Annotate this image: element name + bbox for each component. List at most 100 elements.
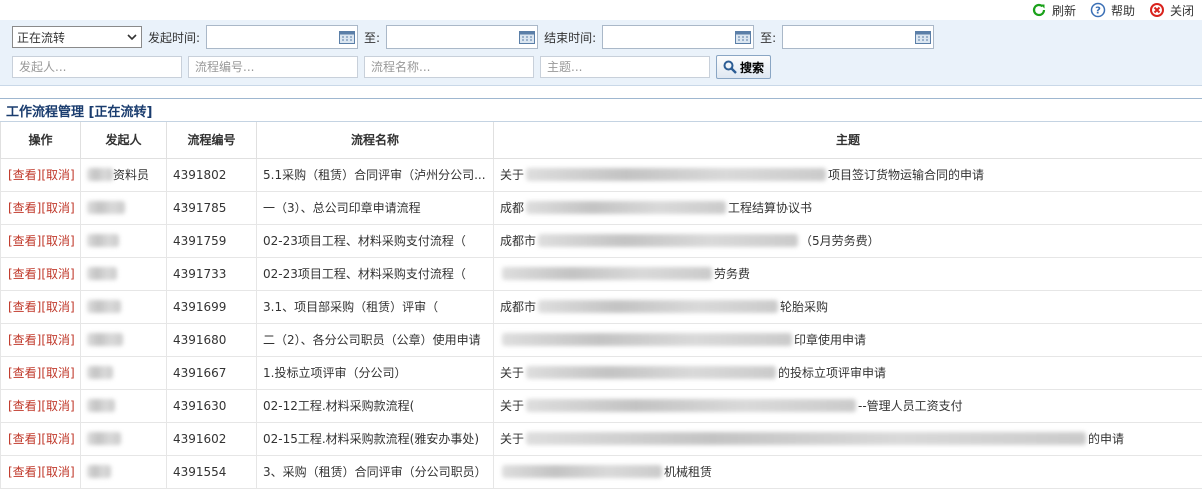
subject-suffix: 轮胎采购 (780, 300, 829, 314)
flow-name-input[interactable]: 流程名称... (364, 56, 534, 78)
cancel-link[interactable]: [取消] (41, 366, 74, 380)
ops-cell: [查看][取消] (0, 388, 81, 423)
start-time-label: 发起时间: (148, 30, 201, 45)
end-time-from-input[interactable] (602, 25, 755, 49)
subject-prefix: 关于 (500, 399, 525, 413)
subject-suffix: --管理人员工资支付 (858, 399, 963, 413)
calendar-icon[interactable] (339, 30, 356, 44)
flow-no-cell: 4391785 (166, 190, 257, 225)
workflow-table: 操作 发起人 流程编号 流程名称 主题 [查看][取消] 资料员 4391802 5.… (0, 122, 1202, 489)
view-link[interactable]: [查看] (8, 399, 41, 413)
redacted-name (87, 465, 111, 479)
subject-suffix: 劳务费 (714, 267, 751, 281)
svg-text:?: ? (1095, 6, 1101, 17)
subject-cell: 印章使用申请 (493, 322, 1202, 357)
search-button[interactable]: 搜索 (716, 55, 772, 79)
ops-cell: [查看][取消] (0, 223, 81, 258)
end-time-label: 结束时间: (544, 30, 597, 45)
chevron-down-icon (127, 30, 137, 44)
flow-name-cell: 02-23项目工程、材料采购支付流程（ (256, 256, 494, 291)
subject-prefix: 成都市 (500, 234, 537, 248)
view-link[interactable]: [查看] (8, 201, 41, 215)
start-time-to-input[interactable] (386, 25, 539, 49)
flow-no-cell: 4391699 (166, 289, 257, 324)
initiator-text: 资料员 (113, 168, 150, 182)
calendar-icon[interactable] (915, 30, 932, 44)
subject-input[interactable]: 主题... (540, 56, 710, 78)
initiator-cell (80, 289, 167, 324)
table-header-row: 操作 发起人 流程编号 流程名称 主题 (0, 122, 1202, 159)
initiator-cell (80, 223, 167, 258)
header-flow-no[interactable]: 流程编号 (166, 122, 257, 159)
redacted-subject (526, 432, 1087, 445)
flow-no-cell: 4391667 (166, 355, 257, 390)
cancel-link[interactable]: [取消] (41, 399, 74, 413)
flow-name-cell: 二（2）、各分公司职员（公章）使用申请 (256, 322, 494, 357)
initiator-input[interactable]: 发起人... (12, 56, 182, 78)
subject-prefix: 成都 (500, 201, 525, 215)
redacted-name (87, 333, 123, 347)
flow-name-cell: 02-23项目工程、材料采购支付流程（ (256, 223, 494, 258)
refresh-button[interactable]: 刷新 (1031, 2, 1076, 19)
panel-title: 工作流程管理 [正在流转] (0, 98, 1202, 122)
view-link[interactable]: [查看] (8, 267, 41, 281)
flow-no-input[interactable]: 流程编号... (188, 56, 358, 78)
search-icon (723, 60, 737, 74)
table-row: [查看][取消] 4391759 02-23项目工程、材料采购支付流程（ 成都市 （5月… (0, 223, 1202, 258)
cancel-link[interactable]: [取消] (41, 234, 74, 248)
table-row: [查看][取消] 4391630 02-12工程.材料采购款流程(关于 --管理人员工… (0, 388, 1202, 423)
flow-name-cell: 3.1、项目部采购（租赁）评审（ (256, 289, 494, 324)
filter-panel: 正在流转 发起时间: 至: 结束时间: 至: 发起人... 流程编号... 流程… (0, 20, 1202, 86)
table-row: [查看][取消] 4391554 3、采购（租赁）合同评审（分公司职员） 机械租赁 (0, 454, 1202, 489)
close-icon (1149, 2, 1165, 18)
cancel-link[interactable]: [取消] (41, 267, 74, 281)
close-button[interactable]: 关闭 (1149, 2, 1194, 19)
cancel-link[interactable]: [取消] (41, 201, 74, 215)
cancel-link[interactable]: [取消] (41, 432, 74, 446)
initiator-cell (80, 190, 167, 225)
start-time-from-input[interactable] (206, 25, 359, 49)
subject-cell: 成都市 轮胎采购 (493, 289, 1202, 324)
status-select[interactable]: 正在流转 (12, 26, 142, 48)
view-link[interactable]: [查看] (8, 234, 41, 248)
redacted-name (87, 234, 119, 248)
redacted-name (87, 201, 125, 215)
redacted-subject (502, 465, 662, 478)
redacted-name (87, 432, 121, 446)
flow-name-cell: 5.1采购（租赁）合同评审（泸州分公司... (256, 157, 494, 192)
initiator-cell (80, 388, 167, 423)
view-link[interactable]: [查看] (8, 168, 41, 182)
ops-cell: [查看][取消] (0, 190, 81, 225)
subject-suffix: 的申请 (1088, 432, 1125, 446)
initiator-cell (80, 454, 167, 489)
flow-no-cell: 4391630 (166, 388, 257, 423)
subject-cell: 关于 项目签订货物运输合同的申请 (493, 157, 1202, 192)
calendar-icon[interactable] (519, 30, 536, 44)
subject-suffix: （5月劳务费） (800, 234, 880, 248)
table-row: [查看][取消] 4391667 1.投标立项评审（分公司） 关于 的投标立项评审申请 (0, 355, 1202, 390)
cancel-link[interactable]: [取消] (41, 300, 74, 314)
view-link[interactable]: [查看] (8, 333, 41, 347)
calendar-icon[interactable] (735, 30, 752, 44)
subject-suffix: 的投标立项评审申请 (778, 366, 887, 380)
cancel-link[interactable]: [取消] (41, 168, 74, 182)
header-subject[interactable]: 主题 (493, 122, 1202, 159)
cancel-link[interactable]: [取消] (41, 333, 74, 347)
close-label: 关闭 (1169, 3, 1194, 18)
subject-prefix: 关于 (500, 366, 525, 380)
view-link[interactable]: [查看] (8, 300, 41, 314)
help-icon: ? (1090, 2, 1106, 18)
header-initiator[interactable]: 发起人 (80, 122, 167, 159)
view-link[interactable]: [查看] (8, 465, 41, 479)
refresh-label: 刷新 (1051, 3, 1076, 18)
flow-name-cell: 02-15工程.材料采购款流程(雅安办事处) (256, 421, 494, 456)
header-flow-name[interactable]: 流程名称 (256, 122, 494, 159)
help-button[interactable]: ? 帮助 (1090, 2, 1135, 19)
ops-cell: [查看][取消] (0, 454, 81, 489)
subject-cell: 关于 的申请 (493, 421, 1202, 456)
redacted-name (87, 300, 121, 314)
end-time-to-input[interactable] (782, 25, 935, 49)
cancel-link[interactable]: [取消] (41, 465, 74, 479)
view-link[interactable]: [查看] (8, 432, 41, 446)
view-link[interactable]: [查看] (8, 366, 41, 380)
